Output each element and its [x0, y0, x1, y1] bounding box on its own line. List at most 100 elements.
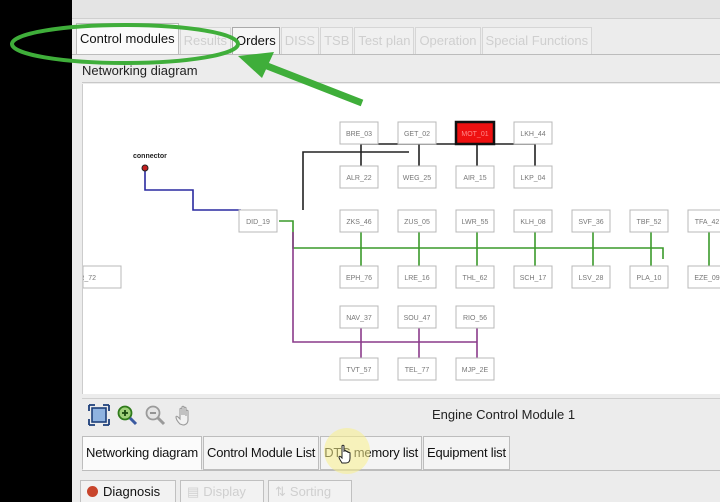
module-label: PLA_10 [637, 275, 662, 282]
display-icon: ▤ [187, 484, 200, 499]
module-box-nav_37[interactable]: NAV_37 [339, 305, 379, 329]
module-label: TBF_52 [637, 219, 662, 226]
panel-divider [82, 82, 720, 83]
module-label: WEG_25 [403, 175, 432, 182]
module-label: LWR_55 [462, 219, 489, 226]
module-box-weg_25[interactable]: WEG_25 [397, 165, 437, 189]
module-box-eph_76[interactable]: EPH_76 [339, 265, 379, 289]
subtab-equipment-list[interactable]: Equipment list [423, 436, 510, 470]
hand-icon[interactable] [172, 404, 194, 426]
tab-orders[interactable]: Orders [232, 27, 280, 54]
module-label: THR_72 [83, 275, 96, 282]
module-box-zus_05[interactable]: ZUS_05 [397, 209, 437, 233]
module-label: LKH_44 [520, 131, 545, 138]
module-box-sch_17[interactable]: SCH_17 [513, 265, 553, 289]
diagram-toolbar: Engine Control Module 1 [82, 398, 720, 431]
app-window: Control modules Results Orders DISS TSB … [72, 0, 720, 502]
module-label: EPH_76 [346, 275, 372, 282]
module-box-pla_10[interactable]: PLA_10 [629, 265, 669, 289]
module-label: MJP_2E [462, 367, 489, 374]
module-label: DID_19 [246, 219, 270, 226]
diagnosis-button[interactable]: Diagnosis [80, 480, 176, 502]
bus-line [144, 168, 241, 211]
module-label: TFA_42 [695, 219, 720, 226]
zoom-in-icon[interactable] [116, 404, 138, 426]
module-label: THL_62 [463, 275, 488, 282]
network-bus-canvas: connector DID_19 BRE_03 GET_02 MOT_01 LKH_44 A… [83, 120, 720, 381]
connector-dot-icon[interactable] [141, 164, 149, 172]
module-label: TEL_77 [405, 367, 430, 374]
fit-view-icon[interactable] [88, 404, 110, 426]
module-label: KLH_08 [520, 219, 545, 226]
tab-control-modules[interactable]: Control modules [76, 23, 179, 54]
module-box-air_15[interactable]: AIR_15 [455, 165, 495, 189]
module-box-lre_16[interactable]: LRE_16 [397, 265, 437, 289]
module-box-rio_56[interactable]: RIO_56 [455, 305, 495, 329]
panel-title: Networking diagram [82, 63, 198, 78]
module-box-mjp_2e[interactable]: MJP_2E [455, 357, 495, 381]
module-box-sou_47[interactable]: SOU_47 [397, 305, 437, 329]
tab-test-plan[interactable]: Test plan [354, 27, 415, 54]
module-box-bre_03[interactable]: BRE_03 [339, 121, 379, 145]
module-box-thl_62[interactable]: THL_62 [455, 265, 495, 289]
module-box-tvt_57[interactable]: TVT_57 [339, 357, 379, 381]
bottom-action-bar: Diagnosis ▤ Display ⇅ Sorting [72, 476, 720, 502]
view-tabs: Networking diagram Control Module List D… [82, 436, 511, 470]
module-box-klh_08[interactable]: KLH_08 [513, 209, 553, 233]
networking-diagram[interactable]: connector DID_19 BRE_03 GET_02 MOT_01 LKH_44 A… [82, 84, 720, 394]
module-label: LRE_16 [404, 275, 429, 282]
tab-tsb[interactable]: TSB [320, 27, 354, 54]
tab-divider [72, 54, 720, 55]
sorting-button[interactable]: ⇅ Sorting [268, 480, 352, 502]
sorting-label: Sorting [289, 484, 332, 499]
subtab-control-module-list[interactable]: Control Module List [203, 436, 320, 470]
module-box-get_02[interactable]: GET_02 [397, 121, 437, 145]
module-label: EZE_09 [694, 275, 719, 282]
selected-module-status: Engine Control Module 1 [432, 407, 576, 422]
module-label: SOU_47 [404, 315, 431, 322]
module-label: GET_02 [404, 131, 430, 138]
module-box-mot_01[interactable]: MOT_01 [454, 120, 496, 146]
zoom-out-icon[interactable] [144, 404, 166, 426]
module-box-tel_77[interactable]: TEL_77 [397, 357, 437, 381]
module-box-thr_72[interactable]: THR_72 [83, 265, 122, 289]
tab-operation[interactable]: Operation [415, 27, 481, 54]
module-box-lwr_55[interactable]: LWR_55 [455, 209, 495, 233]
tab-results[interactable]: Results [179, 27, 232, 54]
module-box-lkh_44[interactable]: LKH_44 [513, 121, 553, 145]
module-label: ALR_22 [346, 175, 371, 182]
module-label: SVF_36 [578, 219, 603, 226]
module-label: TVT_57 [347, 367, 372, 374]
module-label: BRE_03 [346, 131, 372, 138]
subtab-networking-diagram[interactable]: Networking diagram [82, 436, 203, 470]
tab-diss[interactable]: DISS [280, 27, 320, 54]
module-label: LKP_04 [521, 175, 546, 182]
module-box-svf_36[interactable]: SVF_36 [571, 209, 611, 233]
module-label: ZUS_05 [404, 219, 430, 226]
tab-special-functions[interactable]: Special Functions [481, 27, 593, 54]
subtab-divider [82, 470, 720, 471]
module-box-lkp_04[interactable]: LKP_04 [513, 165, 553, 189]
module-label: RIO_56 [463, 315, 487, 322]
module-box-tfa_42[interactable]: TFA_42 [687, 209, 720, 233]
module-label: LSV_28 [579, 275, 604, 282]
diagnosis-label: Diagnosis [103, 484, 161, 499]
module-label: MOT_01 [461, 131, 488, 138]
module-label: SCH_17 [520, 275, 547, 282]
diagnosis-icon [87, 486, 98, 497]
module-box-tbf_52[interactable]: TBF_52 [629, 209, 669, 233]
sorting-icon: ⇅ [275, 484, 286, 499]
display-button[interactable]: ▤ Display [180, 480, 264, 502]
module-box-lsv_28[interactable]: LSV_28 [571, 265, 611, 289]
module-box-alr_22[interactable]: ALR_22 [339, 165, 379, 189]
connector-label: connector [133, 153, 167, 160]
module-box-did_19[interactable]: DID_19 [238, 209, 278, 233]
module-label: ZKS_46 [346, 219, 371, 226]
module-box-eze_09[interactable]: EZE_09 [687, 265, 720, 289]
display-label: Display [203, 484, 246, 499]
module-box-zks_46[interactable]: ZKS_46 [339, 209, 379, 233]
module-label: AIR_15 [463, 175, 486, 182]
main-tabs: Control modules Results Orders DISS TSB … [76, 22, 593, 54]
top-strip [72, 0, 720, 19]
hand-cursor-icon [338, 444, 351, 464]
